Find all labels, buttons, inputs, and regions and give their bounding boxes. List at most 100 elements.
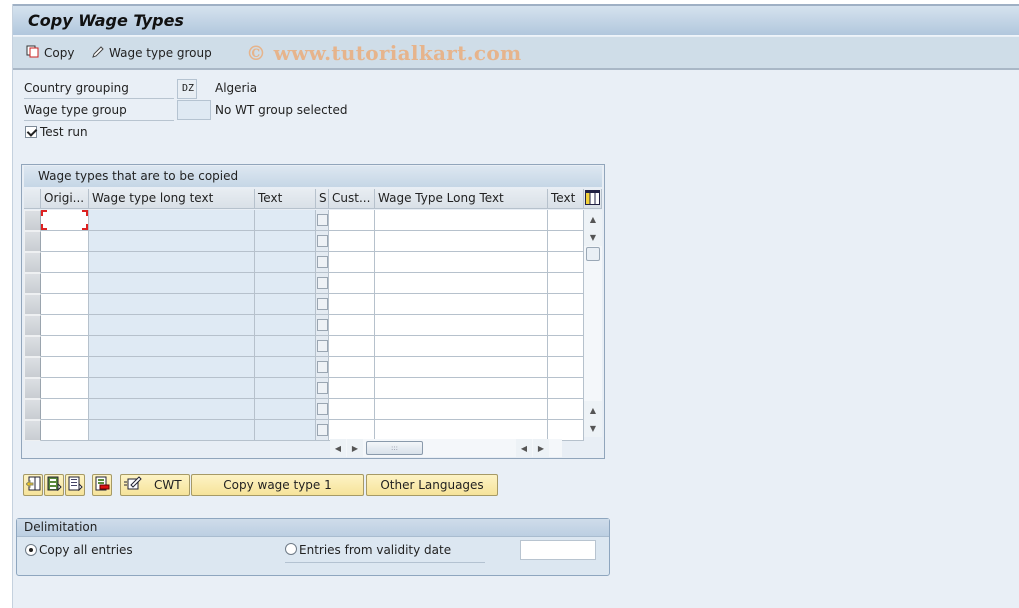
cell-customer-text[interactable] <box>548 315 584 336</box>
cell-customer[interactable] <box>329 252 375 273</box>
wage-type-group-button[interactable]: Wage type group <box>91 45 212 61</box>
column-header-customer-text[interactable]: Text <box>548 189 584 209</box>
scroll-up-button[interactable]: ▲ <box>584 210 602 228</box>
cell-s[interactable] <box>316 399 329 420</box>
select-all-button[interactable] <box>44 474 64 496</box>
cell-s[interactable] <box>316 210 329 231</box>
row-checkbox[interactable] <box>317 256 328 268</box>
cell-customer[interactable] <box>329 231 375 252</box>
cell-customer-text[interactable] <box>548 357 584 378</box>
cell-customer-long-text[interactable] <box>375 252 548 273</box>
row-selector[interactable] <box>24 252 41 273</box>
row-selector[interactable] <box>24 315 41 336</box>
cell-customer-text[interactable] <box>548 231 584 252</box>
row-checkbox[interactable] <box>317 298 328 310</box>
other-languages-button[interactable]: Other Languages <box>366 474 498 496</box>
row-selector[interactable] <box>24 336 41 357</box>
row-selector[interactable] <box>24 378 41 399</box>
test-run-checkbox[interactable]: Test run <box>25 125 88 139</box>
cell-customer[interactable] <box>329 294 375 315</box>
cell-original[interactable] <box>41 315 89 336</box>
scroll-left-button-2[interactable]: ◀ <box>516 439 532 457</box>
cell-customer-text[interactable] <box>548 420 584 441</box>
cell-s[interactable] <box>316 357 329 378</box>
cell-customer-long-text[interactable] <box>375 210 548 231</box>
deselect-all-button[interactable] <box>65 474 85 496</box>
insert-row-button[interactable] <box>23 474 43 496</box>
scroll-page-down-button[interactable]: ▼ <box>584 419 602 437</box>
row-checkbox[interactable] <box>317 424 328 436</box>
cell-customer-text[interactable] <box>548 378 584 399</box>
row-checkbox[interactable] <box>317 319 328 331</box>
radio-selected-icon[interactable] <box>25 544 37 556</box>
cell-s[interactable] <box>316 252 329 273</box>
column-header-s[interactable]: S <box>316 189 329 209</box>
cell-customer[interactable] <box>329 210 375 231</box>
cell-customer-text[interactable] <box>548 210 584 231</box>
cell-s[interactable] <box>316 273 329 294</box>
cell-customer-long-text[interactable] <box>375 420 548 441</box>
scroll-left-button[interactable]: ◀ <box>330 439 346 457</box>
checkbox-checked-icon[interactable] <box>25 126 37 138</box>
cell-original[interactable] <box>41 336 89 357</box>
copy-all-entries-radio[interactable]: Copy all entries <box>25 543 133 557</box>
radio-unselected-icon[interactable] <box>285 543 297 555</box>
cell-customer[interactable] <box>329 336 375 357</box>
cell-customer-text[interactable] <box>548 294 584 315</box>
cell-s[interactable] <box>316 294 329 315</box>
validity-date-field[interactable] <box>520 540 596 560</box>
vertical-scrollbar[interactable]: ▲ ▼ ▲ ▼ <box>584 210 602 437</box>
scroll-right-button-2[interactable]: ▶ <box>533 439 549 457</box>
cell-s[interactable] <box>316 378 329 399</box>
cell-customer[interactable] <box>329 315 375 336</box>
row-selector[interactable] <box>24 273 41 294</box>
column-header-customer-wage-type-long-text[interactable]: Wage Type Long Text <box>375 189 548 209</box>
cell-customer[interactable] <box>329 420 375 441</box>
row-checkbox[interactable] <box>317 340 328 352</box>
copy-button[interactable]: Copy <box>26 45 74 61</box>
cell-customer-text[interactable] <box>548 399 584 420</box>
cell-original[interactable] <box>41 378 89 399</box>
cell-customer-long-text[interactable] <box>375 357 548 378</box>
cell-original[interactable] <box>41 273 89 294</box>
cell-original[interactable] <box>41 399 89 420</box>
cell-customer-long-text[interactable] <box>375 399 548 420</box>
row-checkbox[interactable] <box>317 277 328 289</box>
row-checkbox[interactable] <box>317 403 328 415</box>
row-checkbox[interactable] <box>317 214 328 226</box>
cell-s[interactable] <box>316 420 329 441</box>
row-selector[interactable] <box>24 357 41 378</box>
cell-customer[interactable] <box>329 357 375 378</box>
row-checkbox[interactable] <box>317 382 328 394</box>
country-grouping-field[interactable]: DZ <box>177 79 197 99</box>
row-checkbox[interactable] <box>317 235 328 247</box>
scroll-right-button[interactable]: ▶ <box>347 439 363 457</box>
cell-customer-long-text[interactable] <box>375 273 548 294</box>
cell-customer[interactable] <box>329 399 375 420</box>
cell-original[interactable] <box>41 252 89 273</box>
row-selector[interactable] <box>24 294 41 315</box>
cell-original[interactable] <box>41 231 89 252</box>
row-checkbox[interactable] <box>317 361 328 373</box>
cell-original[interactable] <box>41 294 89 315</box>
cwt-button[interactable]: CWT <box>120 474 190 496</box>
cell-original[interactable] <box>41 357 89 378</box>
delete-row-button[interactable] <box>92 474 112 496</box>
vertical-scroll-thumb[interactable] <box>586 247 600 261</box>
column-header-original[interactable]: Origi... <box>41 189 89 209</box>
wage-type-group-field[interactable] <box>177 100 211 120</box>
cell-original[interactable] <box>41 210 89 231</box>
horizontal-scrollbar[interactable]: ◀ ▶ ::: ◀ ▶ <box>330 439 562 457</box>
row-selector[interactable] <box>24 420 41 441</box>
scroll-down-button[interactable]: ▼ <box>584 228 602 246</box>
table-settings-button[interactable] <box>584 189 602 209</box>
cell-customer-text[interactable] <box>548 273 584 294</box>
cell-s[interactable] <box>316 336 329 357</box>
cell-customer[interactable] <box>329 378 375 399</box>
cell-s[interactable] <box>316 231 329 252</box>
cell-customer-text[interactable] <box>548 252 584 273</box>
cell-customer-long-text[interactable] <box>375 315 548 336</box>
column-header-text[interactable]: Text <box>255 189 316 209</box>
cell-customer-long-text[interactable] <box>375 378 548 399</box>
horizontal-scroll-thumb[interactable]: ::: <box>366 441 423 455</box>
